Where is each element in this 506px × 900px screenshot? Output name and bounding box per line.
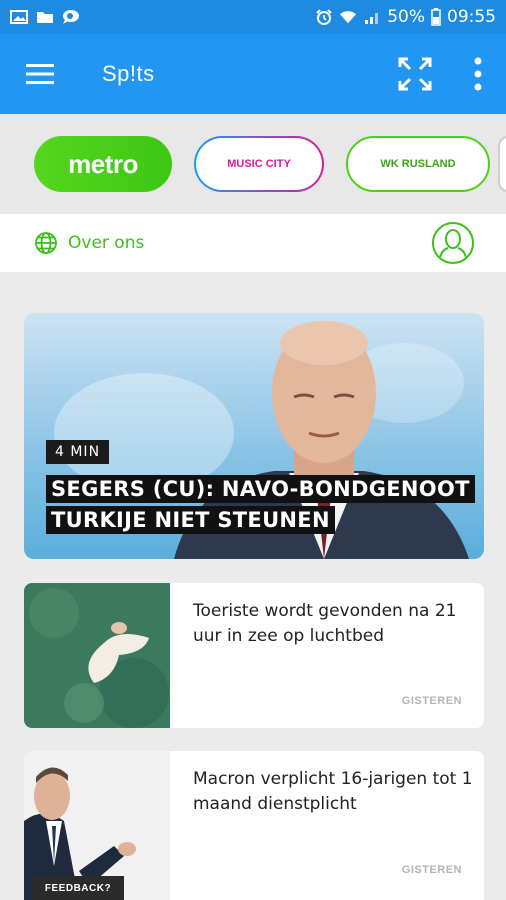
battery-percent: 50% (387, 7, 425, 27)
globe-icon (35, 232, 57, 254)
chip-music-city-label: MUSIC CITY (227, 158, 291, 170)
category-chips: metro MUSIC CITY WK RUSLAND (0, 114, 506, 214)
menu-button[interactable] (0, 34, 80, 114)
menu-icon (26, 64, 54, 84)
app-bar: Sp!ts (0, 34, 506, 114)
article-time: GISTEREN (401, 864, 462, 876)
wifi-icon (340, 11, 357, 24)
chip-next-partial[interactable] (498, 136, 506, 192)
battery-icon (431, 8, 441, 26)
folder-icon (37, 12, 53, 23)
feedback-button[interactable]: FEEDBACK? (32, 876, 124, 900)
app-title: Sp!ts (102, 61, 155, 86)
image-icon (10, 10, 28, 24)
read-time-badge: 4 MIN (46, 440, 110, 464)
chip-wk-rusland[interactable]: WK RUSLAND (346, 136, 490, 192)
article-time: GISTEREN (401, 695, 462, 707)
article-title: Toeriste wordt gevonden na 21 uur in zee… (193, 601, 457, 646)
alarm-icon (316, 9, 332, 25)
hero-headline-line: TURKIJE NIET STEUNEN (46, 506, 335, 534)
signal-icon (365, 13, 379, 24)
status-bar: 50% 09:55 (0, 0, 506, 34)
hero-headline: SEGERS (CU): NAVO-BONDGENOOT TURKIJE NIE… (46, 475, 476, 537)
chip-wk-rusland-label: WK RUSLAND (380, 158, 456, 170)
chip-music-city[interactable]: MUSIC CITY (194, 136, 324, 192)
article-thumbnail (24, 583, 170, 728)
user-icon (438, 229, 468, 261)
chip-metro-label: metro (68, 148, 138, 179)
article-title: Macron verplicht 16-jarigen tot 1 maand … (193, 769, 473, 814)
chip-metro[interactable]: metro (34, 136, 172, 192)
expand-button[interactable] (380, 34, 450, 114)
article-card[interactable]: Toeriste wordt gevonden na 21 uur in zee… (24, 583, 484, 728)
clock: 09:55 (447, 7, 496, 27)
profile-button[interactable] (432, 222, 474, 264)
expand-icon (398, 57, 432, 91)
hero-article[interactable]: 4 MIN SEGERS (CU): NAVO-BONDGENOOT TURKI… (24, 313, 484, 559)
feedback-label: FEEDBACK? (44, 882, 112, 894)
hero-headline-line: SEGERS (CU): NAVO-BONDGENOOT (46, 475, 475, 503)
search-chat-icon (63, 10, 79, 24)
more-vert-icon (474, 57, 482, 91)
more-options-button[interactable] (450, 34, 506, 114)
about-label: Over ons (68, 233, 145, 253)
about-row[interactable]: Over ons (0, 214, 506, 272)
